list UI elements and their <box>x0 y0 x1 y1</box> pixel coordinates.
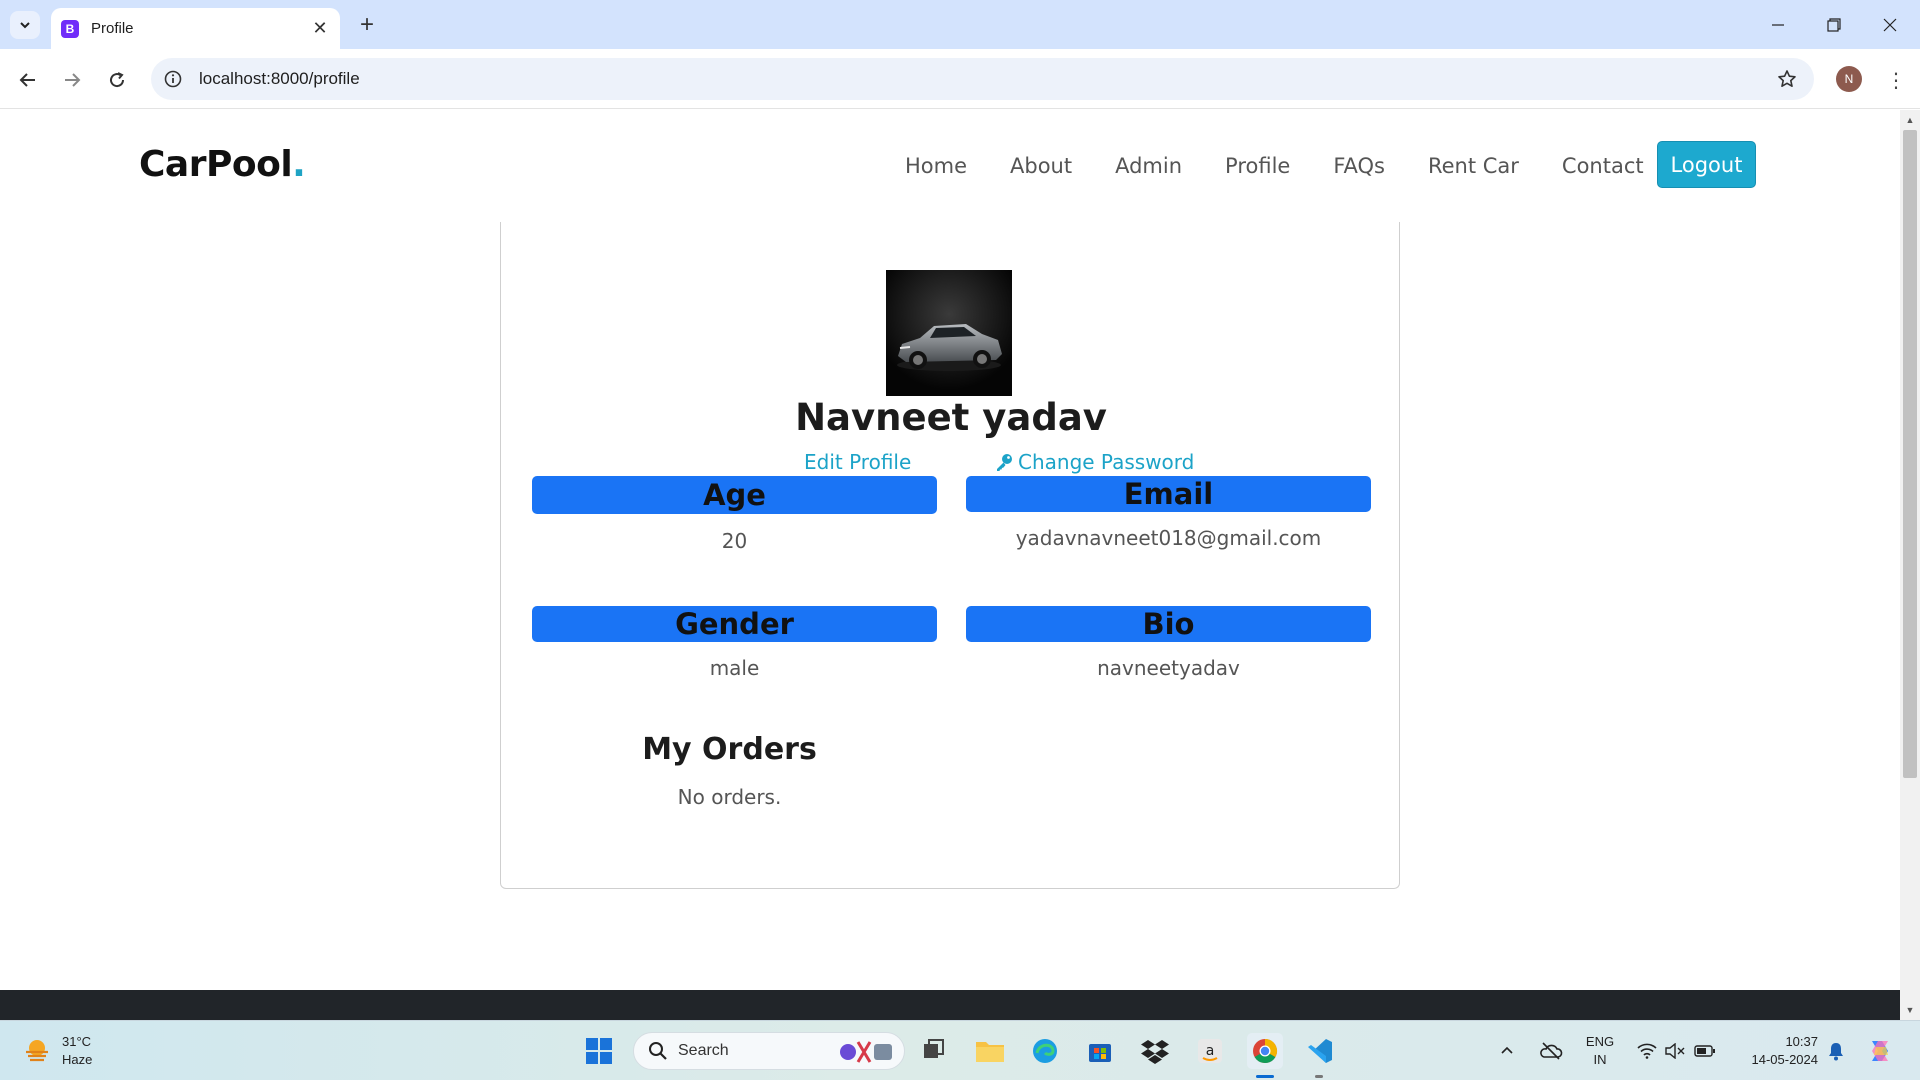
brand-dot: . <box>292 144 306 185</box>
my-orders-heading: My Orders <box>642 732 817 767</box>
weather-widget[interactable]: 31°C Haze <box>22 1033 92 1069</box>
speaker-muted-icon[interactable] <box>1661 1033 1689 1069</box>
profile-photo <box>886 270 1012 396</box>
edit-profile-link[interactable]: Edit Profile <box>804 450 911 474</box>
url-text[interactable]: localhost:8000/profile <box>199 69 1770 89</box>
site-footer <box>0 990 1900 1020</box>
address-bar[interactable]: localhost:8000/profile <box>151 58 1814 100</box>
brand-name: CarPool <box>139 144 293 185</box>
battery-icon[interactable] <box>1691 1033 1719 1069</box>
tab-search-button[interactable] <box>10 11 40 39</box>
nav-profile[interactable]: Profile <box>1225 154 1290 178</box>
language-code: ENG <box>1585 1034 1615 1049</box>
arrow-left-icon <box>19 73 35 87</box>
logout-button[interactable]: Logout <box>1657 141 1756 188</box>
close-tab-icon[interactable]: ✕ <box>310 18 330 39</box>
vscode-icon[interactable] <box>1302 1033 1338 1069</box>
weather-description: Haze <box>62 1052 93 1067</box>
email-value: yadavnavneet018@gmail.com <box>1015 526 1322 550</box>
chrome-active-indicator <box>1256 1075 1274 1078</box>
task-view-icon[interactable] <box>916 1033 952 1069</box>
edge-browser-icon[interactable] <box>1027 1033 1063 1069</box>
new-tab-button[interactable]: + <box>353 11 381 39</box>
browser-tab-bar: B Profile ✕ + <box>0 0 1920 49</box>
nav-faqs[interactable]: FAQs <box>1333 154 1385 178</box>
main-navigation: Home About Admin Profile FAQs Rent Car C… <box>905 154 1687 178</box>
amazon-app-icon[interactable]: a <box>1192 1033 1228 1069</box>
profile-name: Navneet yadav <box>795 396 1107 439</box>
car-photo-image <box>886 270 1012 396</box>
browser-toolbar: localhost:8000/profile N ⋮ <box>0 49 1920 109</box>
bio-value: navneetyadav <box>1097 656 1240 680</box>
forward-button[interactable] <box>55 63 89 97</box>
taskbar-search[interactable]: Search <box>633 1032 905 1070</box>
weather-temperature: 31°C <box>62 1034 92 1049</box>
reload-icon <box>110 72 125 88</box>
nav-contact[interactable]: Contact <box>1562 154 1644 178</box>
change-password-link[interactable]: Change Password <box>994 450 1194 474</box>
copilot-icon[interactable] <box>1862 1033 1898 1069</box>
search-label: Search <box>678 1042 729 1059</box>
restore-button[interactable] <box>1806 0 1862 49</box>
key-icon <box>994 452 1014 472</box>
file-explorer-icon[interactable] <box>972 1033 1008 1069</box>
clock-time: 10:37 <box>1785 1034 1818 1049</box>
nav-home[interactable]: Home <box>905 154 967 178</box>
clock[interactable]: 10:37 14-05-2024 <box>1730 1033 1819 1069</box>
restore-icon <box>1827 17 1841 32</box>
minimize-button[interactable] <box>1750 0 1806 49</box>
email-header: Email <box>966 476 1371 512</box>
search-highlight-icon <box>840 1041 892 1063</box>
age-header: Age <box>532 476 937 514</box>
change-password-label: Change Password <box>1018 450 1195 474</box>
tab-title: Profile <box>91 20 134 37</box>
microsoft-store-icon[interactable] <box>1082 1033 1118 1069</box>
gender-header: Gender <box>532 606 937 642</box>
start-button[interactable] <box>581 1033 617 1069</box>
haze-weather-icon <box>26 1040 48 1062</box>
dropbox-icon[interactable] <box>1137 1033 1173 1069</box>
search-icon <box>649 1042 667 1060</box>
onedrive-offline-icon[interactable] <box>1535 1033 1567 1069</box>
show-hidden-icons-chevron-icon[interactable] <box>1494 1033 1520 1069</box>
site-header: CarPool. Home About Admin Profile FAQs R… <box>0 110 1900 222</box>
page-viewport: CarPool. Home About Admin Profile FAQs R… <box>0 110 1900 1020</box>
windows-logo-icon <box>586 1038 612 1064</box>
reload-button[interactable] <box>100 63 134 97</box>
close-window-button[interactable] <box>1862 0 1918 49</box>
wifi-icon[interactable] <box>1633 1033 1661 1069</box>
bookmark-star-icon[interactable] <box>1770 62 1804 96</box>
tab-profile[interactable]: B Profile ✕ <box>51 8 340 49</box>
profile-card: Navneet yadav Edit Profile Change Passwo… <box>500 222 1400 889</box>
bio-header: Bio <box>966 606 1371 642</box>
site-logo[interactable]: CarPool. <box>139 144 306 185</box>
nav-rent-car[interactable]: Rent Car <box>1428 154 1519 178</box>
clock-date: 14-05-2024 <box>1751 1052 1819 1067</box>
scroll-thumb[interactable] <box>1903 130 1917 778</box>
page-scrollbar[interactable]: ▲ ▼ <box>1900 110 1920 1020</box>
orders-empty-message: No orders. <box>677 785 782 809</box>
age-value: 20 <box>721 529 748 553</box>
language-indicator[interactable]: ENG IN <box>1582 1033 1618 1069</box>
language-region: IN <box>1593 1052 1607 1067</box>
notification-bell-icon[interactable] <box>1822 1033 1850 1069</box>
back-button[interactable] <box>11 63 45 97</box>
chevron-down-icon <box>20 22 30 29</box>
site-info-icon[interactable] <box>157 63 189 95</box>
scroll-down-arrow-icon[interactable]: ▼ <box>1900 1000 1920 1020</box>
vscode-running-indicator <box>1315 1075 1323 1078</box>
scroll-up-arrow-icon[interactable]: ▲ <box>1900 110 1920 130</box>
gender-value: male <box>709 656 760 680</box>
browser-profile-avatar[interactable]: N <box>1836 66 1862 92</box>
more-menu-icon[interactable]: ⋮ <box>1879 63 1913 97</box>
nav-about[interactable]: About <box>1010 154 1072 178</box>
chrome-icon[interactable] <box>1247 1033 1283 1069</box>
svg-text:a: a <box>1206 1043 1215 1059</box>
close-icon <box>1883 18 1897 31</box>
nav-admin[interactable]: Admin <box>1115 154 1182 178</box>
windows-taskbar: 31°C Haze Search a ENG IN 10:37 14-05-20… <box>0 1020 1920 1080</box>
minimize-icon <box>1772 23 1784 26</box>
bootstrap-favicon-icon: B <box>61 19 79 38</box>
arrow-right-icon <box>65 73 81 87</box>
